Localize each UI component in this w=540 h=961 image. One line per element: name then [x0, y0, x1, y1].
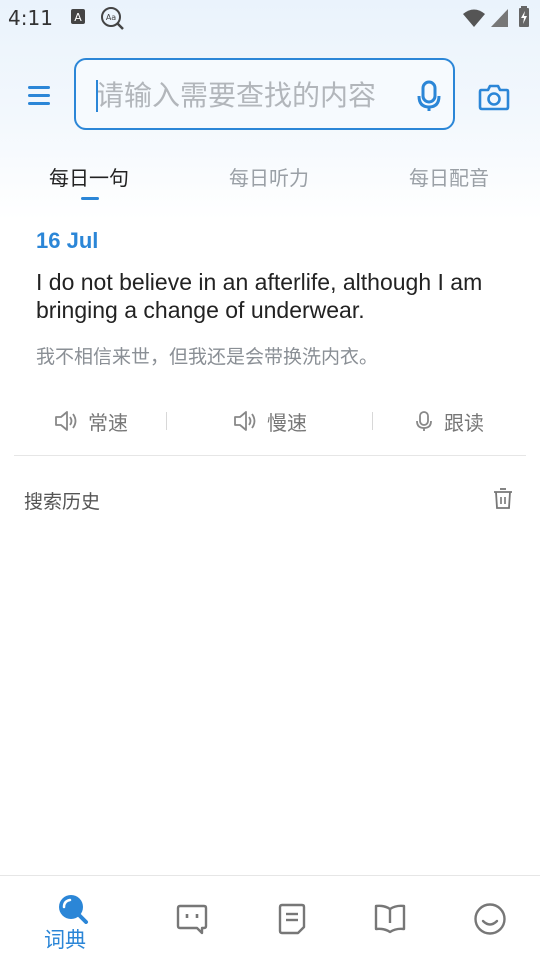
- nav-chat[interactable]: [162, 894, 222, 954]
- slow-speed-button[interactable]: 慢速: [233, 406, 307, 436]
- tab-daily-listening[interactable]: 每日听力: [229, 162, 309, 191]
- nav-document[interactable]: [262, 894, 322, 954]
- wifi-icon: [463, 9, 485, 27]
- divider: [166, 412, 167, 430]
- speaker-icon: [55, 411, 77, 431]
- tab-daily-sentence[interactable]: 每日一句: [49, 162, 129, 191]
- sentence-chinese: 我不相信来世，但我还是会带换洗内衣。: [36, 346, 379, 368]
- battery-charging-icon: [519, 6, 529, 27]
- nav-profile[interactable]: [460, 894, 520, 954]
- search-input[interactable]: [94, 74, 398, 116]
- sentence-english: I do not believe in an afterlife, althou…: [36, 269, 483, 323]
- book-icon: [374, 904, 406, 934]
- svg-text:A: A: [74, 11, 82, 24]
- nav-book[interactable]: [360, 894, 420, 954]
- read-along-button[interactable]: 跟读: [414, 406, 484, 436]
- text-a-icon: A: [71, 9, 85, 24]
- bottom-navigation: 词典: [0, 875, 540, 961]
- read-along-label: 跟读: [444, 410, 484, 435]
- divider: [372, 412, 373, 430]
- normal-speed-label: 常速: [88, 410, 128, 435]
- search-history-title: 搜索历史: [24, 491, 101, 513]
- hamburger-menu-icon[interactable]: [26, 82, 54, 110]
- camera-icon[interactable]: [478, 82, 510, 112]
- section-divider: [14, 455, 526, 456]
- nav-dictionary-label: 词典: [44, 928, 86, 952]
- sentence-date: 16 Jul: [36, 228, 99, 253]
- microphone-icon: [416, 411, 432, 431]
- signal-icon: [491, 9, 508, 27]
- chat-bubble-icon: [176, 904, 208, 935]
- search-icon: [59, 895, 88, 924]
- trash-icon[interactable]: [492, 487, 514, 511]
- status-bar: 4:11 A Aa: [0, 0, 540, 36]
- slow-speed-label: 慢速: [267, 410, 307, 435]
- text-cursor: [96, 80, 98, 112]
- status-time: 4:11: [8, 6, 53, 30]
- font-magnify-icon: Aa: [101, 7, 124, 30]
- document-icon: [278, 903, 306, 935]
- tab-indicator: [81, 197, 99, 200]
- speaker-icon: [234, 411, 256, 431]
- microphone-icon[interactable]: [416, 80, 442, 112]
- tab-daily-dubbing[interactable]: 每日配音: [409, 162, 489, 191]
- normal-speed-button[interactable]: 常速: [54, 406, 128, 436]
- svg-text:Aa: Aa: [106, 13, 116, 22]
- search-box[interactable]: [74, 58, 455, 130]
- smiley-icon: [474, 903, 506, 935]
